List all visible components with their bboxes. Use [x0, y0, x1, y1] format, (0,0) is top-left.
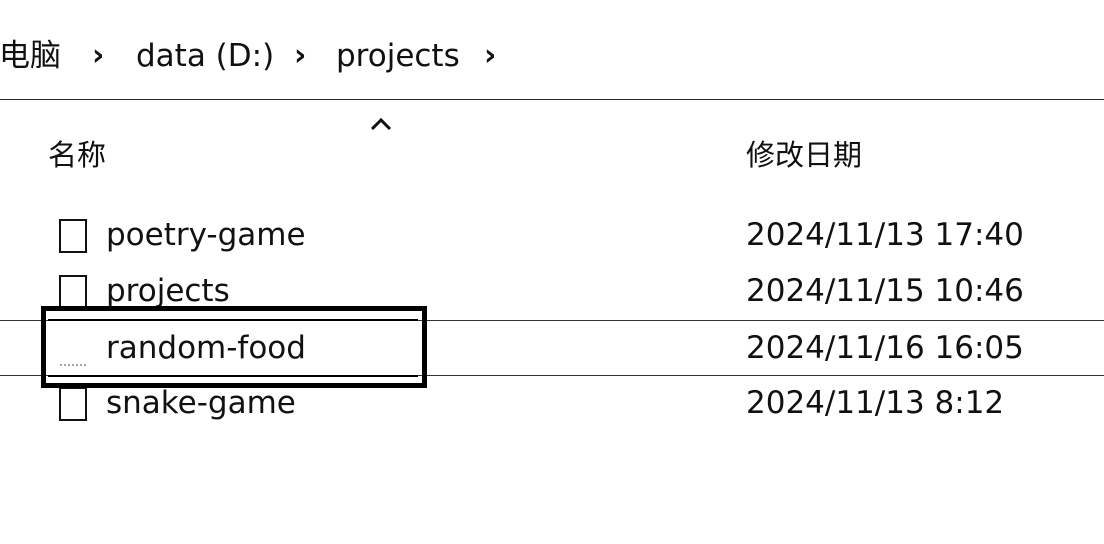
- file-icon: [59, 275, 87, 309]
- file-icon: [59, 387, 87, 421]
- breadcrumb-item-projects[interactable]: projects: [336, 36, 460, 76]
- file-modified-date: 2024/11/13 17:40: [746, 217, 1024, 253]
- column-header-name[interactable]: 名称: [48, 136, 106, 174]
- file-modified-date: 2024/11/13 8:12: [746, 385, 1005, 421]
- list-item[interactable]: poetry-game 2024/11/13 17:40: [0, 208, 1104, 264]
- chevron-right-icon[interactable]: ›: [92, 36, 104, 76]
- breadcrumb: 此电脑 › data (D:) › projects ›: [0, 0, 1104, 100]
- breadcrumb-item-this-pc[interactable]: 此电脑: [0, 36, 61, 76]
- chevron-up-icon: [370, 117, 392, 131]
- file-modified-date: 2024/11/15 10:46: [746, 273, 1024, 309]
- file-icon: [59, 219, 87, 253]
- column-header-modified[interactable]: 修改日期: [746, 136, 862, 174]
- chevron-right-icon[interactable]: ›: [484, 36, 496, 76]
- focus-highlight-inner: [48, 319, 418, 377]
- file-name: snake-game: [106, 385, 296, 421]
- chevron-right-icon[interactable]: ›: [294, 36, 306, 76]
- breadcrumb-item-drive[interactable]: data (D:): [136, 36, 274, 76]
- file-modified-date: 2024/11/16 16:05: [746, 330, 1024, 366]
- file-name: poetry-game: [106, 217, 306, 253]
